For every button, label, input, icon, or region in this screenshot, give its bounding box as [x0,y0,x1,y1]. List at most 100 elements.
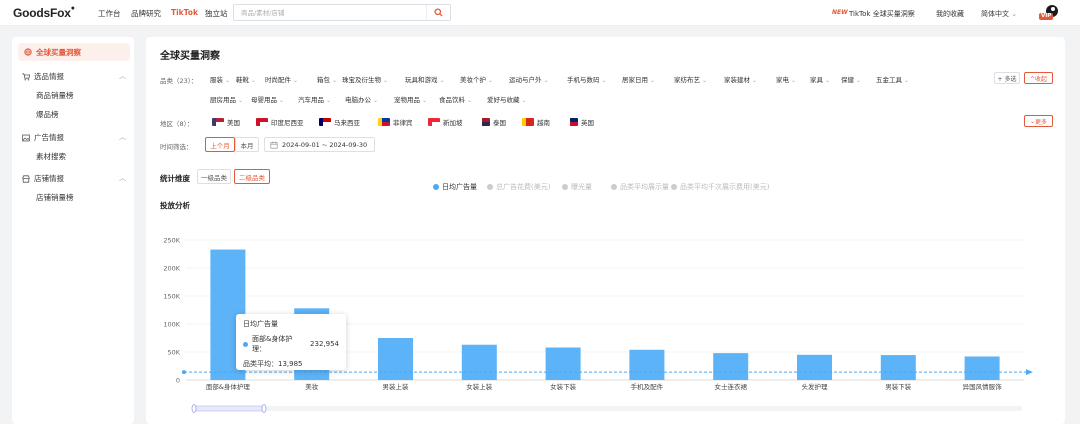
nav-brand-research[interactable]: 品牌研究 [131,8,161,19]
chevron-down-icon: ⌄ [238,97,244,104]
category-item[interactable]: 家电 ⌄ [776,74,796,84]
nav-independent-site[interactable]: 独立站 [205,8,228,19]
top-bar: GoodsFox● 工作台 品牌研究 TikTok 独立站 NEW TikTok… [0,0,1080,26]
sidebar-group-selection[interactable]: 选品情报 ︿ [22,71,126,82]
avatar[interactable]: VIP [1038,4,1060,22]
category-item[interactable]: 保健 ⌄ [841,74,861,84]
category-item[interactable]: 鞋靴 ⌄ [236,74,256,84]
tab-level2-category[interactable]: 二级品类 [234,169,270,184]
chevron-down-icon: ⌄ [543,77,549,84]
sidebar-group-ads[interactable]: 广告情报 ︿ [22,132,126,143]
chevron-down-icon: ⌄ [326,97,332,104]
category-item[interactable]: 爱好与收藏 ⌄ [487,94,527,104]
search-input[interactable] [234,5,424,20]
tiktok-insight-link[interactable]: TikTok 全球买量洞察 [849,9,915,19]
legend-item[interactable]: 品类平均千次展示费用(美元) [671,182,769,192]
category-filter-label: 品类（23）： [160,77,198,85]
category-item[interactable]: 箱包 ⌄ [317,74,337,84]
category-item[interactable]: 玩具和游戏 ⌄ [405,74,445,84]
legend-item[interactable]: 曝光量 [562,182,592,192]
region-item[interactable]: 菲律宾 [378,117,413,127]
region-item[interactable]: 越南 [522,117,550,127]
chevron-down-icon: ⌄ [332,77,338,84]
nav-tiktok[interactable]: TikTok [171,8,198,17]
region-filter-label: 地区（8）： [160,120,194,128]
flag-icon [522,118,534,126]
category-item[interactable]: 宠物用品 ⌄ [394,94,427,104]
series-dot [243,341,248,347]
nav-workbench[interactable]: 工作台 [98,8,121,19]
legend-dot [611,184,617,190]
chevron-down-icon: ⌄ [521,97,527,104]
chevron-down-icon: ⌄ [467,97,473,104]
chevron-down-icon: ⌄ [702,77,708,84]
logo[interactable]: GoodsFox● [13,5,75,20]
shop-icon [22,174,30,183]
sidebar-item-shop-sales-rank[interactable]: 店铺销量榜 [36,192,74,203]
region-item[interactable]: 印度尼西亚 [256,117,304,127]
region-item[interactable]: 泰国 [478,117,506,127]
chevron-down-icon: ⌄ [856,77,862,84]
vip-badge: VIP [1041,13,1052,19]
tab-level1-category[interactable]: 一级品类 [197,169,231,184]
sidebar-group-shops[interactable]: 店铺情报 ︿ [22,173,126,184]
sidebar-item-global-insight[interactable]: 全球买量洞察 [18,43,130,61]
analysis-title: 投放分析 [160,201,190,210]
category-item[interactable]: 珠宝及衍生物 ⌄ [342,74,388,84]
legend-dot [562,184,568,190]
legend-dot [671,184,677,190]
category-item[interactable]: 家纺布艺 ⌄ [674,74,707,84]
chevron-down-icon: ⌄ [488,77,494,84]
flag-icon [212,118,224,126]
legend-item[interactable]: 品类平均展示量 [611,182,669,192]
category-item[interactable]: 母婴用品 ⌄ [251,94,284,104]
chevron-down-icon: ⌄ [383,77,389,84]
category-item[interactable]: 居家日用 ⌄ [622,74,655,84]
new-badge: NEW [832,9,848,16]
chevron-down-icon: ⌄ [373,97,379,104]
search-button[interactable] [426,5,450,20]
date-range-picker[interactable]: 2024-09-01 ~ 2024-09-30 [264,137,375,152]
chevron-down-icon: ⌄ [1011,10,1018,18]
category-item[interactable]: 时尚配件 ⌄ [265,74,298,84]
legend-item[interactable]: 总广告花费(美元) [487,182,550,192]
tab-last-month[interactable]: 上个月 [205,137,235,152]
chevron-down-icon: ⌄ [422,97,428,104]
category-item[interactable]: 食品饮料 ⌄ [439,94,472,104]
chevron-up-icon: ︿ [119,133,126,141]
chevron-down-icon: ⌄ [650,77,656,84]
category-item[interactable]: 服装 ⌄ [210,74,230,84]
flag-icon [478,118,490,126]
sidebar-item-product-sales-rank[interactable]: 商品销量榜 [36,90,74,101]
region-item[interactable]: 英国 [566,117,594,127]
favorites-link[interactable]: 我的收藏 [936,9,964,19]
category-item[interactable]: 五金工具 ⌄ [876,74,909,84]
sidebar-item-creative-search[interactable]: 素材搜索 [36,151,66,162]
tab-this-month[interactable]: 本月 [235,137,259,152]
chevron-down-icon: ⌄ [279,97,285,104]
cart-icon [22,72,30,81]
page-title: 全球买量洞察 [160,51,220,62]
flag-icon [256,118,268,126]
flag-icon [566,118,578,126]
category-item[interactable]: 电脑办公 ⌄ [345,94,378,104]
flag-icon [428,118,440,126]
more-regions-button[interactable]: ⌄ 更多 [1024,115,1053,127]
category-item[interactable]: 手机与数码 ⌄ [567,74,607,84]
category-item[interactable]: 运动与户外 ⌄ [509,74,549,84]
legend-item[interactable]: 日均广告量 [433,182,477,192]
region-item[interactable]: 新加坡 [428,117,463,127]
language-select[interactable]: 简体中文 ⌄ [981,9,1017,19]
chevron-down-icon: ⌄ [293,77,299,84]
collapse-button[interactable]: ^收起 [1024,72,1053,84]
category-item[interactable]: 美妆个护 ⌄ [460,74,493,84]
category-item[interactable]: 家具 ⌄ [810,74,830,84]
chevron-down-icon: ⌄ [825,77,831,84]
region-item[interactable]: 美国 [212,117,240,127]
multi-select-button[interactable]: + 多选 [994,72,1020,84]
region-item[interactable]: 马来西亚 [319,117,360,127]
category-item[interactable]: 家装建材 ⌄ [724,74,757,84]
sidebar-item-hot-products[interactable]: 爆品榜 [36,109,59,120]
category-item[interactable]: 汽车用品 ⌄ [298,94,331,104]
category-item[interactable]: 厨房用品 ⌄ [210,94,243,104]
